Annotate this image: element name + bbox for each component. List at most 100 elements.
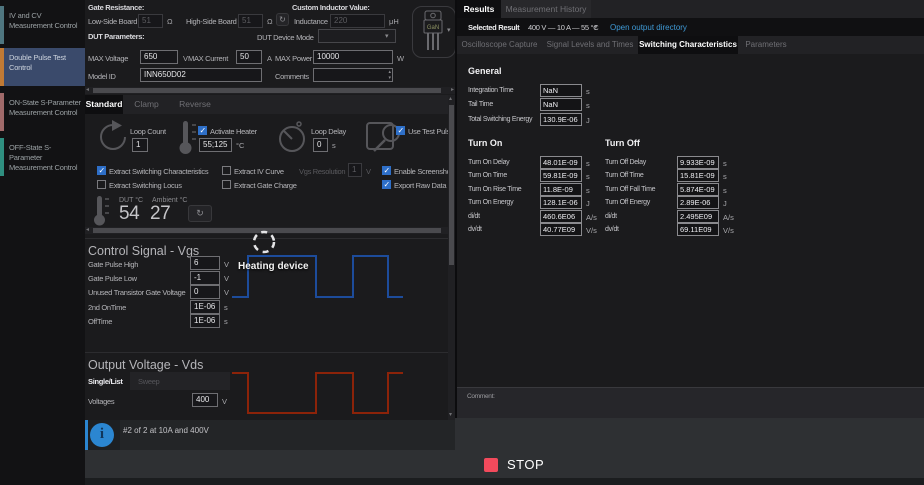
high-side-input[interactable]: 51 [238,14,263,28]
refresh-icon[interactable]: ↻ [276,13,289,26]
tab-results[interactable]: Results [457,0,501,18]
tab-measurement-history[interactable]: Measurement History [501,0,591,18]
turn-on-energy-value[interactable]: 128.1E-06 [540,196,582,209]
max-voltage-label: MAX Voltage [88,54,128,63]
extract-iv-curve-checkbox[interactable] [222,166,231,175]
comments-input[interactable]: ▴▾ [313,68,393,82]
selected-result-label: Selected Result [468,23,519,32]
tab-switching-characteristics[interactable]: Switching Characteristics [638,36,738,54]
tab-standard[interactable]: Standard [85,95,123,114]
loop-delay-input[interactable]: 0 [313,138,328,152]
scrollbar-thumb[interactable] [449,105,454,265]
second-ontime-input[interactable]: 1E-06 [190,300,220,314]
extract-switching-locus-checkbox[interactable] [97,180,106,189]
export-raw-data-checkbox[interactable] [382,180,391,189]
row-unit: V [224,260,229,269]
open-output-directory-link[interactable]: Open output directory [610,23,687,32]
comment-input[interactable] [467,401,914,415]
tab-reverse[interactable]: Reverse [170,95,220,114]
turn-off-energy-value[interactable]: 2.89E-06 [677,196,719,209]
turn-on-rise-time-value[interactable]: 11.8E-09 [540,183,582,196]
model-id-input[interactable]: INN650D02 [140,68,262,82]
scroll-right-icon[interactable]: ▸ [451,87,454,94]
unused-gate-voltage-input[interactable]: 0 [190,285,220,299]
sidebar-item-off-state[interactable]: OFF-State S-Parameter Measurement Contro… [0,138,85,176]
integration-time-label: Integration Time [468,87,513,94]
tab-clamp[interactable]: Clamp [123,95,170,114]
max-power-input[interactable]: 10000 [313,50,393,64]
tail-time-value[interactable]: NaN [540,98,582,111]
row-unit: s [224,303,228,312]
tab-signal-levels[interactable]: Signal Levels and Times [542,36,638,54]
scroll-left-icon[interactable]: ◂ [86,227,89,234]
stop-square-icon [484,458,498,472]
tab-sweep-label: Sweep [138,377,159,386]
integration-time-value[interactable]: NaN [540,84,582,97]
use-test-pulse-checkbox[interactable] [396,126,405,135]
row-unit: V [224,274,229,283]
enable-screenshots-checkbox[interactable] [382,166,391,175]
turn-on-rise-time-label: Turn On Rise Time [468,186,521,193]
turn-off-fall-time-value[interactable]: 5.874E-09 [677,183,719,196]
sidebar-item-iv-cv[interactable]: IV and CV Measurement Control [0,6,85,44]
chevron-down-icon[interactable]: ▾ [385,32,389,40]
turn-on-delay-value[interactable]: 48.01E-09 [540,156,582,169]
use-test-pulse-label: Use Test Pulse [408,127,454,136]
turn-off-didt-value[interactable]: 2.495E09 [677,210,719,223]
selected-result-value[interactable]: 400 V — 10 A — 55 °C [528,23,598,32]
turn-on-didt-value[interactable]: 460.6E06 [540,210,582,223]
custom-inductor-title: Custom Inductor Value: [292,3,370,12]
tab-parameters[interactable]: Parameters [738,36,794,54]
vgs-resolution-label: Vgs Resolution [299,167,345,176]
row-unit: s [224,317,228,326]
turn-on-dvdt-value[interactable]: 40.77E09 [540,223,582,236]
status-message-text: #2 of 2 at 10A and 400V [123,426,209,435]
scroll-left-icon[interactable]: ◂ [86,87,89,94]
offtime-input[interactable]: 1E-06 [190,314,220,328]
scroll-up-icon[interactable]: ▴ [449,96,452,103]
thermometer-icon [177,119,197,155]
max-voltage-input[interactable]: 650 [140,50,178,64]
extract-iv-curve-label: Extract IV Curve [234,167,284,176]
gate-pulse-high-input[interactable]: 6 [190,256,220,270]
spinner-arrows-icon[interactable]: ▴▾ [388,69,391,81]
loop-count-input[interactable]: 1 [132,138,148,152]
tab-oscilloscope-capture[interactable]: Oscilloscope Capture [457,36,542,54]
turn-off-dvdt-value[interactable]: 69.11E09 [677,223,719,236]
voltages-input[interactable]: 400 [192,393,218,407]
results-tabbar: Results Measurement History [457,0,924,18]
info-icon: i [90,423,114,447]
gate-pulse-low-input[interactable]: -1 [190,271,220,285]
horizontal-scrollbar[interactable]: ◂ ▸ [85,87,455,94]
tab-single-list[interactable]: Single/List [88,377,123,386]
max-current-input[interactable]: 50 [236,50,262,64]
row-unit: V/s [586,226,597,235]
scroll-down-icon[interactable]: ▾ [449,412,452,419]
second-ontime-label: 2nd OnTime [88,303,126,312]
scrollbar-thumb[interactable] [93,88,441,93]
comment-panel: Comment: [457,387,924,418]
refresh-temps-icon[interactable]: ↻ [188,205,212,222]
vertical-scrollbar[interactable]: ▴ ▾ [448,95,455,420]
total-switching-energy-value[interactable]: 130.9E-06 [540,113,582,126]
vgs-resolution-input[interactable]: 1 [348,163,362,177]
sidebar-item-double-pulse[interactable]: Double Pulse Test Control [0,48,85,86]
test-mode-tabbar: Standard Clamp Reverse [85,95,455,114]
sidebar-item-on-state[interactable]: ON-State S-Parameter Measurement Control [0,93,85,131]
low-side-input[interactable]: 51 [138,14,163,28]
turn-on-energy-label: Turn On Energy [468,199,513,206]
test-pulse-icon [365,119,405,155]
inductance-input[interactable]: 220 [330,14,385,28]
heater-temp-input[interactable]: 55;125 [199,138,232,152]
stop-button[interactable]: STOP [484,457,544,472]
activate-heater-checkbox[interactable] [198,126,207,135]
chevron-down-icon[interactable]: ▾ [447,26,451,34]
unused-gate-voltage-label: Unused Transistor Gate Voltage [88,288,185,297]
turn-on-time-value[interactable]: 59.81E-09 [540,169,582,182]
extract-switching-characteristics-checkbox[interactable] [97,166,106,175]
extract-gate-charge-checkbox[interactable] [222,180,231,189]
chevron-down-icon[interactable]: ▾ [594,23,598,31]
turn-off-time-value[interactable]: 15.81E-09 [677,169,719,182]
tab-sweep[interactable]: Sweep [130,372,230,390]
turn-off-delay-value[interactable]: 9.933E-09 [677,156,719,169]
